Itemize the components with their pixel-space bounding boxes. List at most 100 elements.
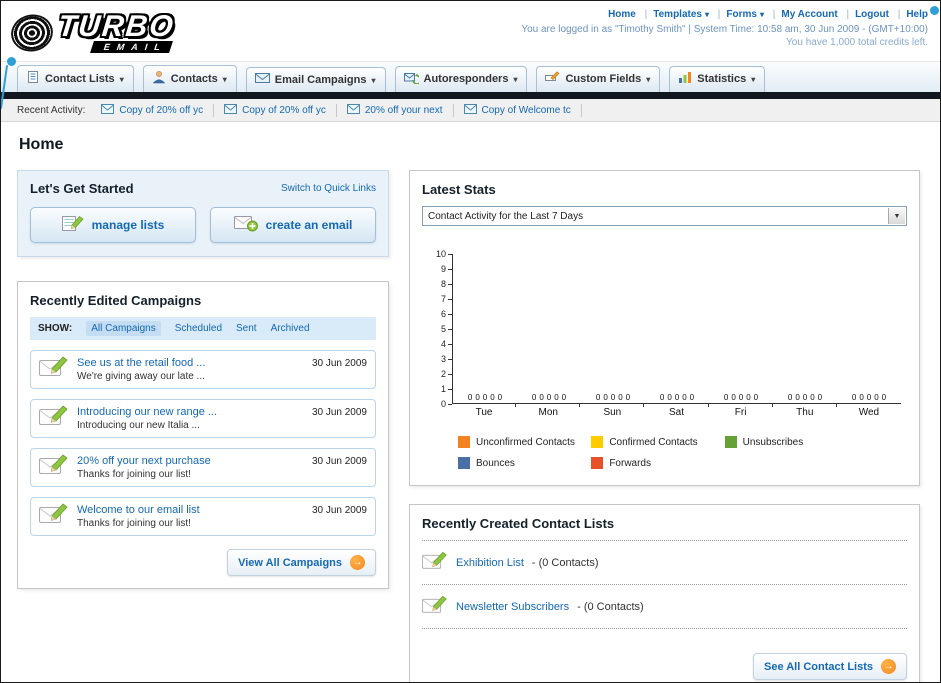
tab-autoresponders[interactable]: Autoresponders	[394, 66, 528, 92]
x-tick-label: Thu	[773, 404, 837, 418]
top-link-forms[interactable]: Forms	[712, 9, 764, 20]
view-all-campaigns-button[interactable]: View All Campaigns	[227, 549, 376, 576]
arrow-right-icon	[350, 555, 365, 570]
contact-list-name-link[interactable]: Newsletter Subscribers	[456, 601, 569, 613]
bar-value-label: 0	[490, 393, 495, 402]
chevron-down-icon	[513, 73, 517, 85]
bar-value-label: 0	[866, 393, 872, 402]
create-email-button[interactable]: create an email	[210, 207, 376, 243]
top-link-logout[interactable]: Logout	[840, 9, 889, 20]
campaign-filter-bar: SHOW: All Campaigns Scheduled Sent Archi…	[30, 317, 376, 340]
campaign-subtitle: Thanks for joining our list!	[77, 518, 191, 529]
tab-statistics[interactable]: Statistics	[669, 66, 766, 92]
top-link-templates[interactable]: Templates	[639, 9, 709, 20]
filter-all-campaigns[interactable]: All Campaigns	[86, 321, 161, 336]
envelope-icon	[101, 103, 115, 117]
recent-activity-item[interactable]: 20% off your next	[337, 103, 454, 117]
x-tick-label: Tue	[452, 404, 517, 418]
campaign-date: 30 Jun 2009	[311, 456, 367, 467]
tab-label: Contact Lists	[45, 72, 115, 85]
contact-list-item: Exhibition List - (0 Contacts)	[422, 548, 907, 577]
filter-scheduled[interactable]: Scheduled	[175, 323, 222, 334]
chevron-down-icon	[120, 73, 124, 85]
statistics-icon	[678, 71, 692, 87]
get-started-panel: Let's Get Started Switch to Quick Links …	[17, 170, 389, 257]
chart-bar-group: 00000	[517, 393, 581, 403]
bar-value-label: 0	[595, 393, 601, 402]
legend-swatch	[458, 436, 470, 448]
tab-email-campaigns[interactable]: Email Campaigns	[245, 67, 386, 92]
show-label: SHOW:	[38, 323, 73, 334]
edit-envelope-icon	[39, 503, 69, 530]
top-link-home[interactable]: Home	[608, 9, 636, 20]
switch-quick-links-link[interactable]: Switch to Quick Links	[281, 183, 376, 194]
tab-label: Contacts	[170, 72, 218, 85]
campaign-title-link[interactable]: Introducing our new range ...	[77, 406, 217, 418]
stats-chart: 10 9 8 7 6 5 4 3 2 1 0 000000000000000000000000000…	[430, 249, 901, 418]
chart-bar-group: 00000	[837, 393, 901, 403]
bar-value-label: 0	[746, 393, 751, 402]
chevron-down-icon	[757, 9, 764, 20]
edit-envelope-icon	[422, 595, 448, 618]
bar-value-label: 0	[802, 393, 808, 402]
bar-value-label: 0	[482, 393, 488, 402]
campaign-title-link[interactable]: See us at the retail food ...	[77, 357, 205, 369]
filter-archived[interactable]: Archived	[271, 323, 310, 334]
get-started-title: Let's Get Started	[30, 181, 134, 196]
chart-bar-group: 00000	[581, 393, 645, 403]
divider	[422, 628, 907, 629]
recent-activity-item[interactable]: Copy of 20% off yc	[214, 103, 337, 117]
chart-x-axis: Tue Mon Sun Sat Fri Thu Wed	[452, 404, 901, 418]
chevron-down-icon	[223, 73, 227, 85]
contact-list-count: - (0 Contacts)	[577, 600, 644, 613]
stats-panel-title: Latest Stats	[422, 182, 496, 197]
legend-swatch	[724, 436, 737, 448]
bar-value-label: 0	[610, 393, 616, 402]
recent-activity-item[interactable]: Copy of 20% off yc	[91, 103, 215, 117]
legend-item: Forwards	[591, 457, 724, 469]
campaign-title-link[interactable]: Welcome to our email list	[77, 504, 200, 516]
see-all-contact-lists-button[interactable]: See All Contact Lists	[752, 653, 907, 680]
legend-label: Unsubscribes	[742, 436, 804, 448]
campaign-title-link[interactable]: 20% off your next purchase	[77, 455, 211, 467]
bar-value-label: 0	[539, 393, 544, 402]
bar-value-label: 0	[659, 393, 665, 402]
stats-select-value: Contact Activity for the Last 7 Days	[428, 210, 584, 222]
chart-bar-group: 00000	[773, 393, 837, 403]
contact-list-count: - (0 Contacts)	[531, 556, 599, 569]
chart-bar-group: 00000	[709, 393, 773, 403]
tab-label: Email Campaigns	[274, 73, 367, 86]
header: TURBO EMAIL Home Templates Forms My Acco…	[1, 1, 940, 61]
contact-lists-panel-title: Recently Created Contact Lists	[422, 516, 615, 531]
bar-value-label: 0	[467, 393, 473, 402]
chart-body: 00000000000000000000000000000000000 Tue M…	[452, 254, 901, 418]
app-logo[interactable]: TURBO EMAIL	[7, 7, 177, 59]
recent-activity-item[interactable]: Copy of Welcome tc	[454, 103, 582, 117]
bar-value-label: 0	[787, 393, 793, 402]
top-link-help[interactable]: Help	[892, 9, 928, 20]
bar-value-label: 0	[810, 393, 815, 402]
edit-envelope-icon	[39, 454, 69, 481]
top-link-my-account[interactable]: My Account	[767, 9, 837, 20]
bar-value-label: 0	[618, 393, 623, 402]
x-tick-label: Wed	[858, 407, 880, 418]
tab-label: Custom Fields	[565, 73, 642, 85]
contact-list-name-link[interactable]: Exhibition List	[456, 557, 524, 569]
x-tick-label: Sun	[580, 404, 645, 418]
legend-swatch	[591, 436, 604, 448]
tab-contact-lists[interactable]: Contact Lists	[17, 65, 134, 92]
main-content: Home Let's Get Started Switch to Quick L…	[1, 122, 940, 682]
filter-sent[interactable]: Sent	[236, 323, 257, 334]
campaigns-panel-title: Recently Edited Campaigns	[30, 293, 202, 308]
autoresponders-icon	[403, 71, 422, 87]
bar-value-label: 0	[554, 393, 559, 402]
chart-y-axis: 10 9 8 7 6 5 4 3 2 1 0	[435, 249, 446, 409]
top-nav: Home Templates Forms My Account Logout H…	[521, 9, 928, 20]
logo-title: TURBO	[56, 10, 177, 44]
stats-period-select[interactable]: Contact Activity for the Last 7 Days	[422, 206, 907, 226]
manage-lists-button[interactable]: manage lists	[30, 207, 196, 243]
tab-custom-fields[interactable]: Custom Fields	[536, 66, 661, 92]
x-tick-label: Fri	[709, 404, 773, 418]
tab-contacts[interactable]: Contacts	[142, 65, 237, 92]
legend-label: Confirmed Contacts	[609, 436, 698, 448]
